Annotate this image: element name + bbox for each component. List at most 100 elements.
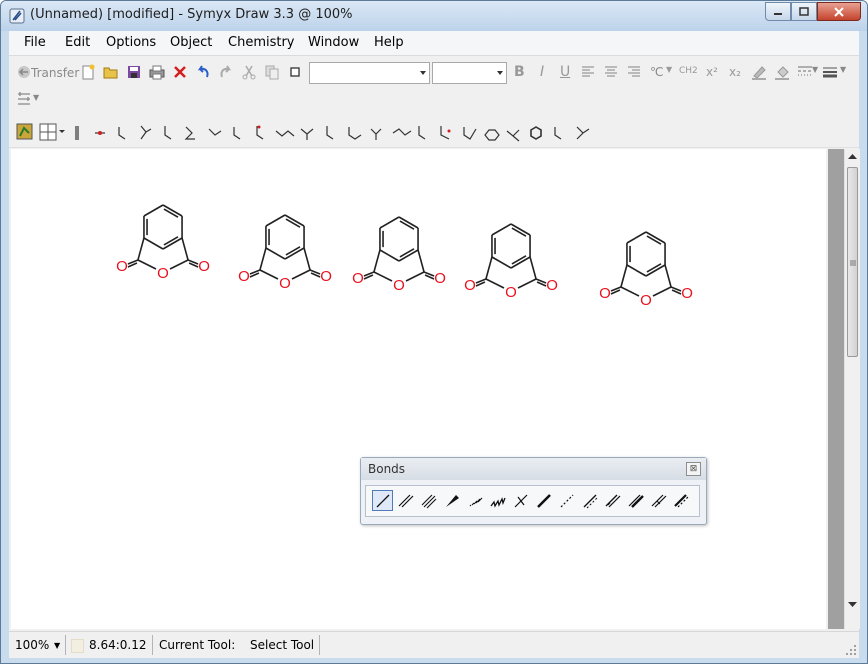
oxygen-atom-0[interactable]: O: [599, 285, 611, 302]
zoom-level[interactable]: 100%: [15, 638, 49, 652]
oxygen-atom-1[interactable]: O: [640, 292, 652, 309]
line-width-button[interactable]: [821, 63, 839, 81]
resize-grip-icon[interactable]: [845, 644, 857, 656]
oxygen-atom-1[interactable]: O: [157, 265, 169, 282]
redo-button[interactable]: [217, 63, 235, 81]
molecule-phthalic-anhydride-5[interactable]: OOO: [599, 231, 693, 309]
frame-button[interactable]: [286, 63, 304, 81]
molecule-phthalic-anhydride-2[interactable]: OOO: [238, 214, 332, 292]
template-library-icon[interactable]: [16, 123, 33, 140]
oxygen-atom-2[interactable]: O: [434, 270, 446, 287]
molecule-phthalic-anhydride-3[interactable]: OOO: [352, 216, 446, 294]
ch2-button[interactable]: CH2: [679, 66, 698, 76]
bold-double-bond-tool[interactable]: [625, 490, 646, 511]
single-bond-tool[interactable]: [372, 490, 393, 511]
wavy-bond-icon: [489, 496, 506, 508]
minimize-button[interactable]: [765, 2, 791, 21]
bonds-palette-titlebar[interactable]: Bonds ⊠: [361, 458, 706, 480]
hashed-wedge-bond-tool[interactable]: [464, 490, 485, 511]
oxygen-atom-2[interactable]: O: [198, 258, 210, 275]
scroll-down-icon[interactable]: [848, 601, 857, 608]
oxygen-atom-1[interactable]: O: [279, 275, 291, 292]
font-size-combo[interactable]: [432, 62, 507, 84]
new-button[interactable]: [79, 63, 97, 81]
undo-icon: [197, 65, 209, 78]
double-dashed-bond-tool[interactable]: [602, 490, 623, 511]
molecule-phthalic-anhydride-1[interactable]: OOO: [116, 204, 210, 282]
window-title: (Unnamed) [modified] - Symyx Draw 3.3 @ …: [30, 7, 353, 22]
align-center-button[interactable]: [602, 63, 620, 81]
transfer-label[interactable]: Transfer: [31, 66, 79, 80]
double-bond-tool[interactable]: [395, 490, 416, 511]
oxygen-atom-2[interactable]: O: [320, 268, 332, 285]
structure-template-icons[interactable]: [75, 125, 590, 142]
title-bar[interactable]: (Unnamed) [modified] - Symyx Draw 3.3 @ …: [1, 1, 867, 31]
oxygen-atom-1[interactable]: O: [393, 277, 405, 294]
chevron-down-icon[interactable]: ▼: [666, 65, 672, 74]
bold-bond-tool[interactable]: [533, 490, 554, 511]
template-grid-icon[interactable]: [39, 123, 65, 141]
menu-edit[interactable]: Edit: [65, 35, 90, 50]
oxygen-atom-2[interactable]: O: [681, 285, 693, 302]
chevron-down-icon[interactable]: ▼: [54, 641, 60, 650]
status-separator: [319, 635, 320, 655]
delete-button[interactable]: [171, 63, 189, 81]
molecule-layer[interactable]: O O O O O O O O O O O O O O O: [11, 149, 826, 629]
align-left-button[interactable]: [579, 63, 597, 81]
save-button[interactable]: [125, 63, 143, 81]
oxygen-atom-0[interactable]: O: [464, 277, 476, 294]
arrange-button[interactable]: [15, 90, 33, 108]
bonds-palette[interactable]: Bonds ⊠: [360, 457, 707, 525]
triple-bond-tool[interactable]: [418, 490, 439, 511]
maximize-button[interactable]: [791, 2, 817, 21]
menu-chemistry[interactable]: Chemistry: [228, 35, 295, 50]
drawing-canvas[interactable]: O O O O O O O O O O O O O O O: [11, 149, 826, 629]
status-separator: [65, 635, 66, 655]
wedge-bond-tool[interactable]: [441, 490, 462, 511]
menu-object[interactable]: Object: [170, 35, 212, 50]
open-folder-icon: [103, 67, 118, 79]
scroll-up-icon[interactable]: [848, 153, 857, 160]
oxygen-atom-0[interactable]: O: [116, 258, 128, 275]
fill-color-button[interactable]: [773, 63, 791, 81]
align-right-button[interactable]: [625, 63, 643, 81]
chevron-down-icon[interactable]: ▼: [840, 65, 846, 74]
degree-celsius-button[interactable]: ℃: [650, 65, 663, 79]
dashed-bond-tool[interactable]: [556, 490, 577, 511]
cut-button[interactable]: [240, 63, 258, 81]
oxygen-atom-0[interactable]: O: [238, 268, 250, 285]
bold-double-bond-icon: [628, 494, 644, 508]
menu-window[interactable]: Window: [308, 35, 359, 50]
template-tools[interactable]: [9, 117, 859, 147]
undo-button[interactable]: [194, 63, 212, 81]
superscript-button[interactable]: x²: [706, 65, 718, 79]
scroll-thumb[interactable]: [847, 167, 858, 357]
subscript-button[interactable]: x₂: [729, 65, 741, 79]
highlight-button[interactable]: [750, 63, 768, 81]
bold-button[interactable]: B: [514, 64, 525, 80]
font-family-combo[interactable]: [309, 62, 430, 84]
vertical-scrollbar[interactable]: [844, 149, 860, 629]
bonds-palette-close-button[interactable]: ⊠: [686, 462, 701, 476]
italic-button[interactable]: I: [540, 64, 544, 80]
oxygen-atom-0[interactable]: O: [352, 270, 364, 287]
wavy-bond-tool[interactable]: [487, 490, 508, 511]
close-button[interactable]: [817, 2, 861, 21]
aromatic-bond-tool[interactable]: [579, 490, 600, 511]
double-bold-dashed-bond-tool[interactable]: [671, 490, 692, 511]
print-button[interactable]: [148, 63, 166, 81]
crossed-bond-icon: [514, 494, 527, 507]
oxygen-atom-2[interactable]: O: [546, 277, 558, 294]
open-button[interactable]: [102, 63, 120, 81]
copy-button[interactable]: [263, 63, 281, 81]
menu-options[interactable]: Options: [106, 35, 156, 50]
menu-help[interactable]: Help: [374, 35, 404, 50]
double-either-bond-tool[interactable]: [648, 490, 669, 511]
crossed-bond-tool[interactable]: [510, 490, 531, 511]
chevron-down-icon[interactable]: ▼: [33, 93, 39, 102]
oxygen-atom-1[interactable]: O: [505, 284, 517, 301]
menu-file[interactable]: File: [24, 35, 46, 50]
underline-button[interactable]: U: [560, 64, 570, 80]
molecule-phthalic-anhydride-4[interactable]: OOO: [464, 223, 558, 301]
chevron-down-icon[interactable]: ▼: [812, 65, 818, 74]
